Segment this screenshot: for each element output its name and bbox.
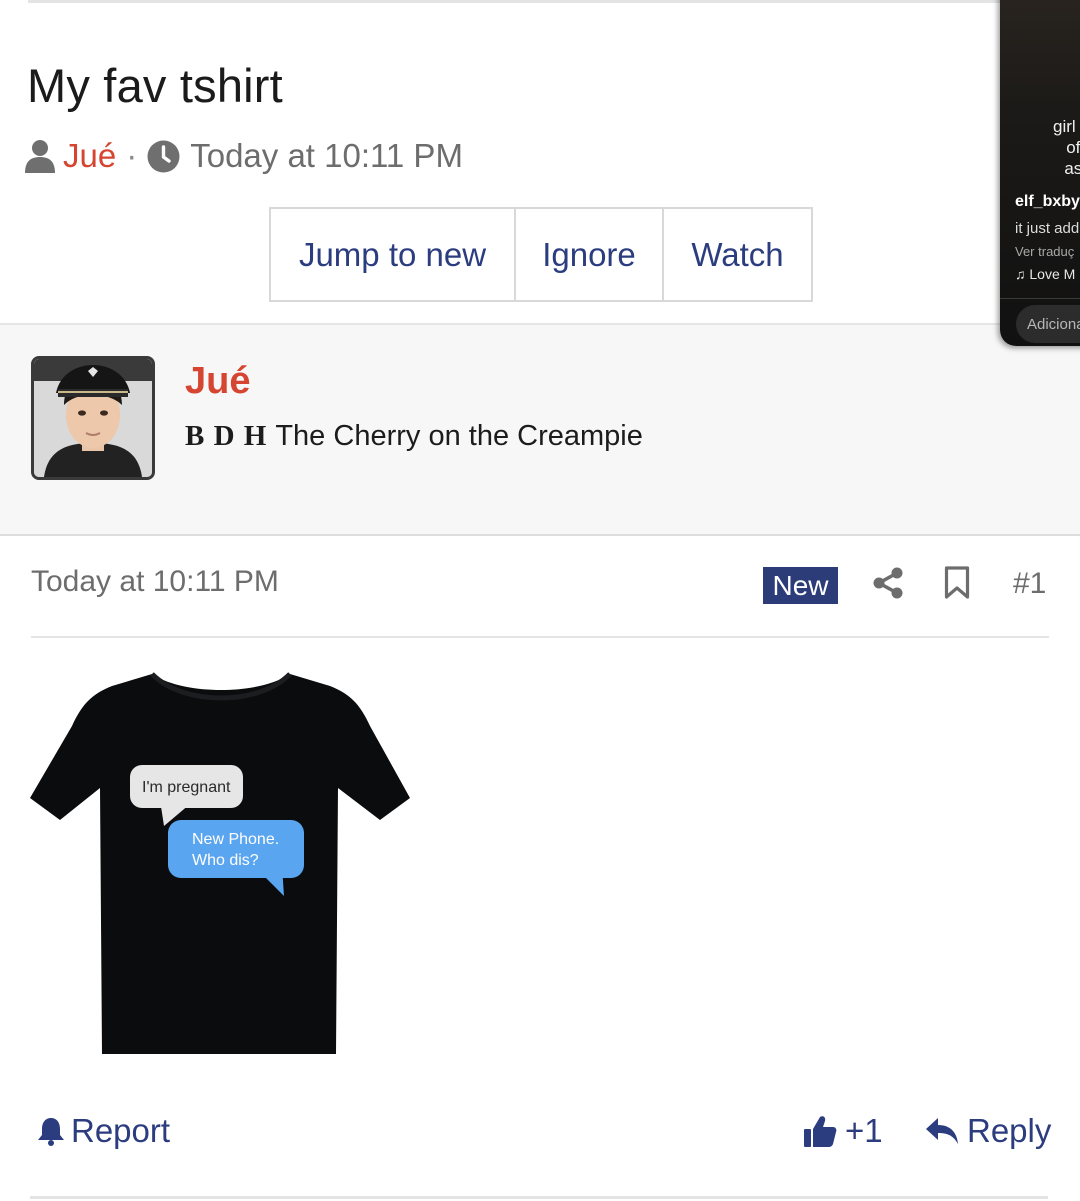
- thread-action-buttons: Jump to new Ignore Watch: [269, 207, 813, 302]
- watch-button[interactable]: Watch: [664, 209, 811, 300]
- share-icon[interactable]: [872, 567, 904, 599]
- top-divider: [28, 0, 1000, 3]
- report-button[interactable]: Report: [37, 1112, 170, 1150]
- user-title: B D H The Cherry on the Creampie: [185, 420, 643, 453]
- user-icon: [25, 139, 55, 173]
- like-count: +1: [845, 1112, 883, 1149]
- overlay-divider: [1000, 298, 1080, 299]
- user-title-tags: B D H: [185, 420, 268, 452]
- post-date[interactable]: Today at 10:11 PM: [31, 565, 279, 599]
- new-badge: New: [763, 567, 838, 604]
- floating-video-overlay[interactable]: girl ma of be askin elf_bxby it just add…: [1000, 0, 1080, 346]
- overlay-translate-link[interactable]: Ver traduç: [1015, 244, 1074, 259]
- reply-button[interactable]: Reply: [925, 1112, 1051, 1150]
- meta-separator: ·: [126, 137, 138, 174]
- thread-time[interactable]: Today at 10:11 PM: [190, 137, 463, 175]
- post-image-tshirt[interactable]: I'm pregnant New Phone. Who dis?: [30, 668, 412, 1056]
- overlay-comment: it just add: [1015, 220, 1080, 237]
- bubble-blue-line1: New Phone.: [192, 831, 280, 848]
- thumbs-up-icon: [803, 1114, 837, 1148]
- overlay-music[interactable]: ♫ Love M: [1015, 266, 1075, 282]
- overlay-caption-line3: askin: [1064, 159, 1080, 178]
- avatar[interactable]: [31, 356, 155, 480]
- post-author-link[interactable]: Jué: [185, 360, 250, 403]
- overlay-caption: girl ma of be askin: [1053, 116, 1080, 179]
- overlay-username[interactable]: elf_bxby: [1015, 193, 1080, 211]
- post-header-divider: [31, 636, 1049, 638]
- bubble-blue-line2: Who dis?: [192, 852, 259, 869]
- user-title-text: The Cherry on the Creampie: [275, 420, 643, 452]
- bottom-divider: [30, 1196, 1048, 1199]
- report-label: Report: [71, 1112, 171, 1149]
- reply-arrow-icon: [925, 1117, 959, 1145]
- overlay-caption-line2: of be: [1066, 138, 1080, 157]
- bubble-grey-text: I'm pregnant: [142, 779, 231, 796]
- clock-icon: [147, 140, 180, 173]
- bookmark-icon[interactable]: [944, 566, 970, 600]
- overlay-comment-input[interactable]: Adiciona: [1016, 305, 1080, 343]
- music-note-icon: ♫: [1015, 266, 1030, 282]
- thread-title: My fav tshirt: [27, 59, 283, 112]
- ignore-button[interactable]: Ignore: [516, 209, 664, 300]
- jump-to-new-button[interactable]: Jump to new: [271, 209, 516, 300]
- like-button[interactable]: +1: [803, 1112, 883, 1150]
- reply-label: Reply: [967, 1112, 1052, 1149]
- overlay-caption-line1: girl ma: [1052, 117, 1080, 136]
- thread-meta: Jué · Today at 10:11 PM: [25, 134, 463, 178]
- thread-author-link[interactable]: Jué: [63, 137, 116, 175]
- overlay-music-title: Love M: [1029, 266, 1076, 282]
- post-number-link[interactable]: #1: [1013, 567, 1046, 601]
- bell-icon: [37, 1116, 65, 1146]
